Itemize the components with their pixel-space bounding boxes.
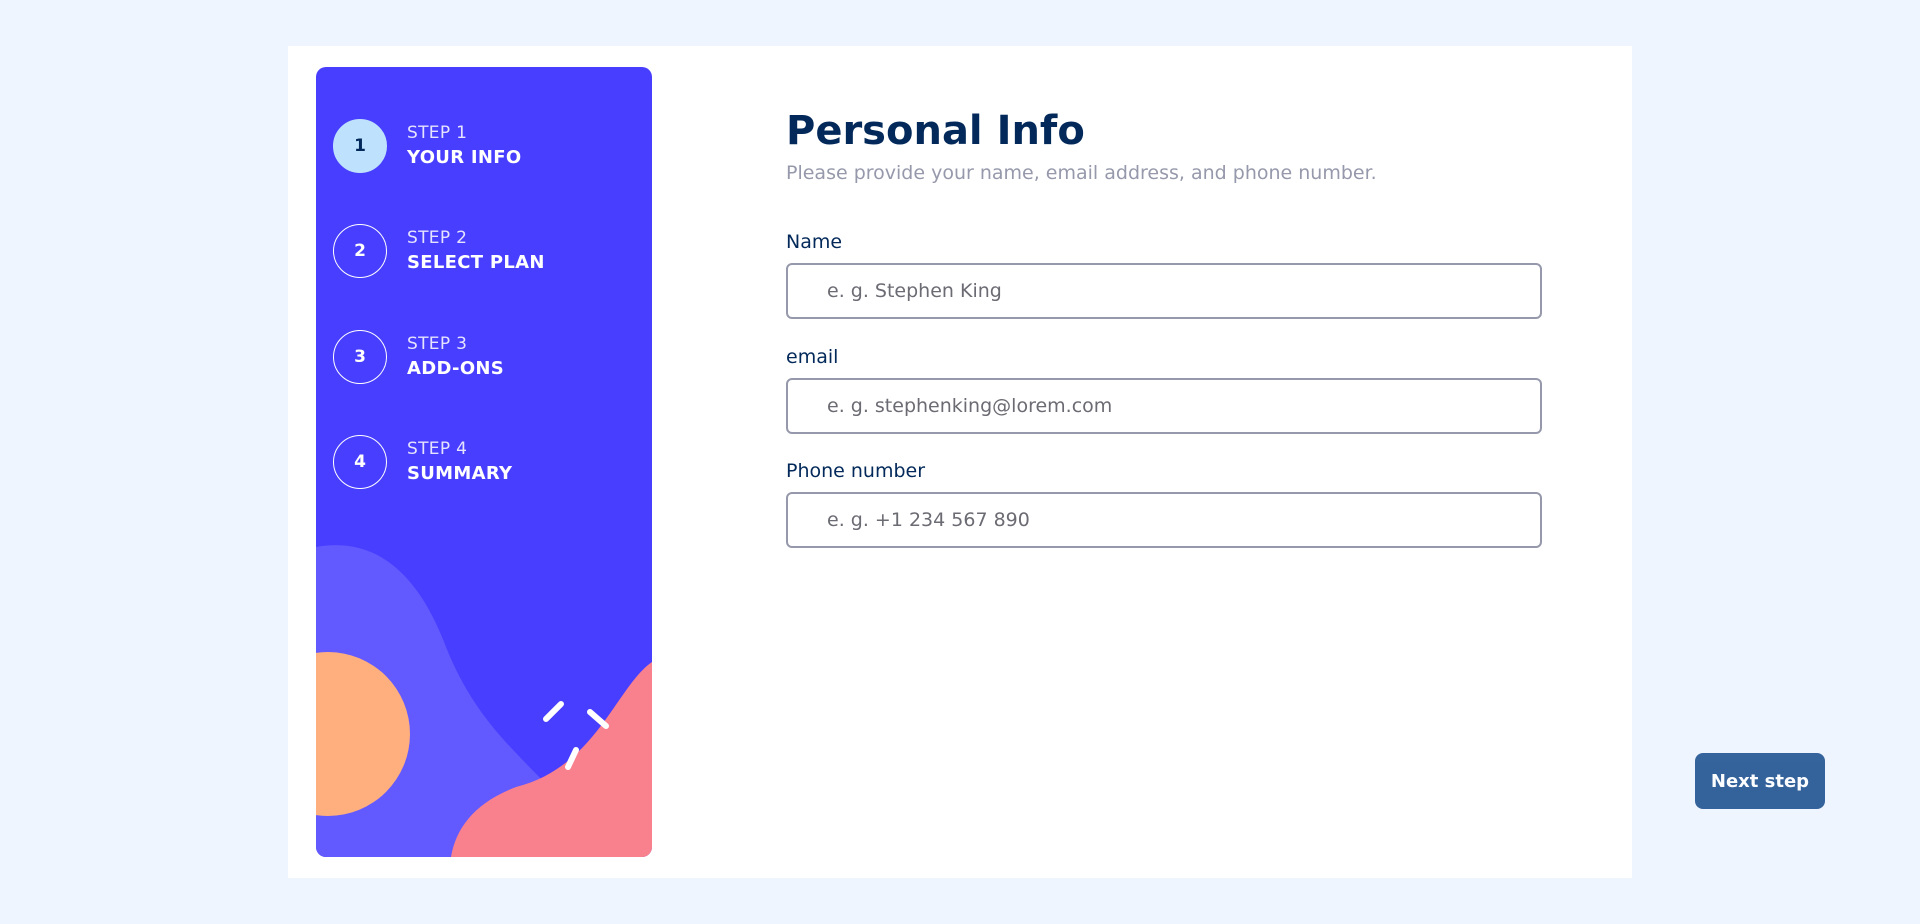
step-title-2: SELECT PLAN xyxy=(407,252,545,273)
personal-info-form: Personal Info Please provide your name, … xyxy=(786,46,1825,878)
phone-input[interactable] xyxy=(786,492,1542,548)
step-label-2: STEP 2 xyxy=(407,228,468,248)
step-label-1: STEP 1 xyxy=(407,123,468,143)
step-number-3: 3 xyxy=(333,330,387,384)
step-item-1[interactable]: 1 STEP 1 YOUR INFO xyxy=(333,119,522,173)
email-input[interactable] xyxy=(786,378,1542,434)
step-item-4[interactable]: 4 STEP 4 SUMMARY xyxy=(333,435,512,489)
step-number-1: 1 xyxy=(333,119,387,173)
email-label: email xyxy=(786,346,839,368)
step-label-4: STEP 4 xyxy=(407,439,468,459)
page-title: Personal Info xyxy=(786,108,1085,154)
step-number-2: 2 xyxy=(333,224,387,278)
step-number-4: 4 xyxy=(333,435,387,489)
steps-sidebar: 1 STEP 1 YOUR INFO 2 STEP 2 SELECT PLAN … xyxy=(316,67,652,857)
page-subtitle: Please provide your name, email address,… xyxy=(786,162,1377,184)
form-card: 1 STEP 1 YOUR INFO 2 STEP 2 SELECT PLAN … xyxy=(288,46,1825,878)
name-input[interactable] xyxy=(786,263,1542,319)
step-item-3[interactable]: 3 STEP 3 ADD-ONS xyxy=(333,330,504,384)
step-title-4: SUMMARY xyxy=(407,463,513,484)
name-label: Name xyxy=(786,231,843,253)
step-item-2[interactable]: 2 STEP 2 SELECT PLAN xyxy=(333,224,545,278)
phone-label: Phone number xyxy=(786,460,926,482)
next-step-button[interactable]: Next step xyxy=(1695,753,1825,809)
step-title-1: YOUR INFO xyxy=(407,147,522,168)
step-label-3: STEP 3 xyxy=(407,334,468,354)
step-title-3: ADD-ONS xyxy=(407,358,505,379)
